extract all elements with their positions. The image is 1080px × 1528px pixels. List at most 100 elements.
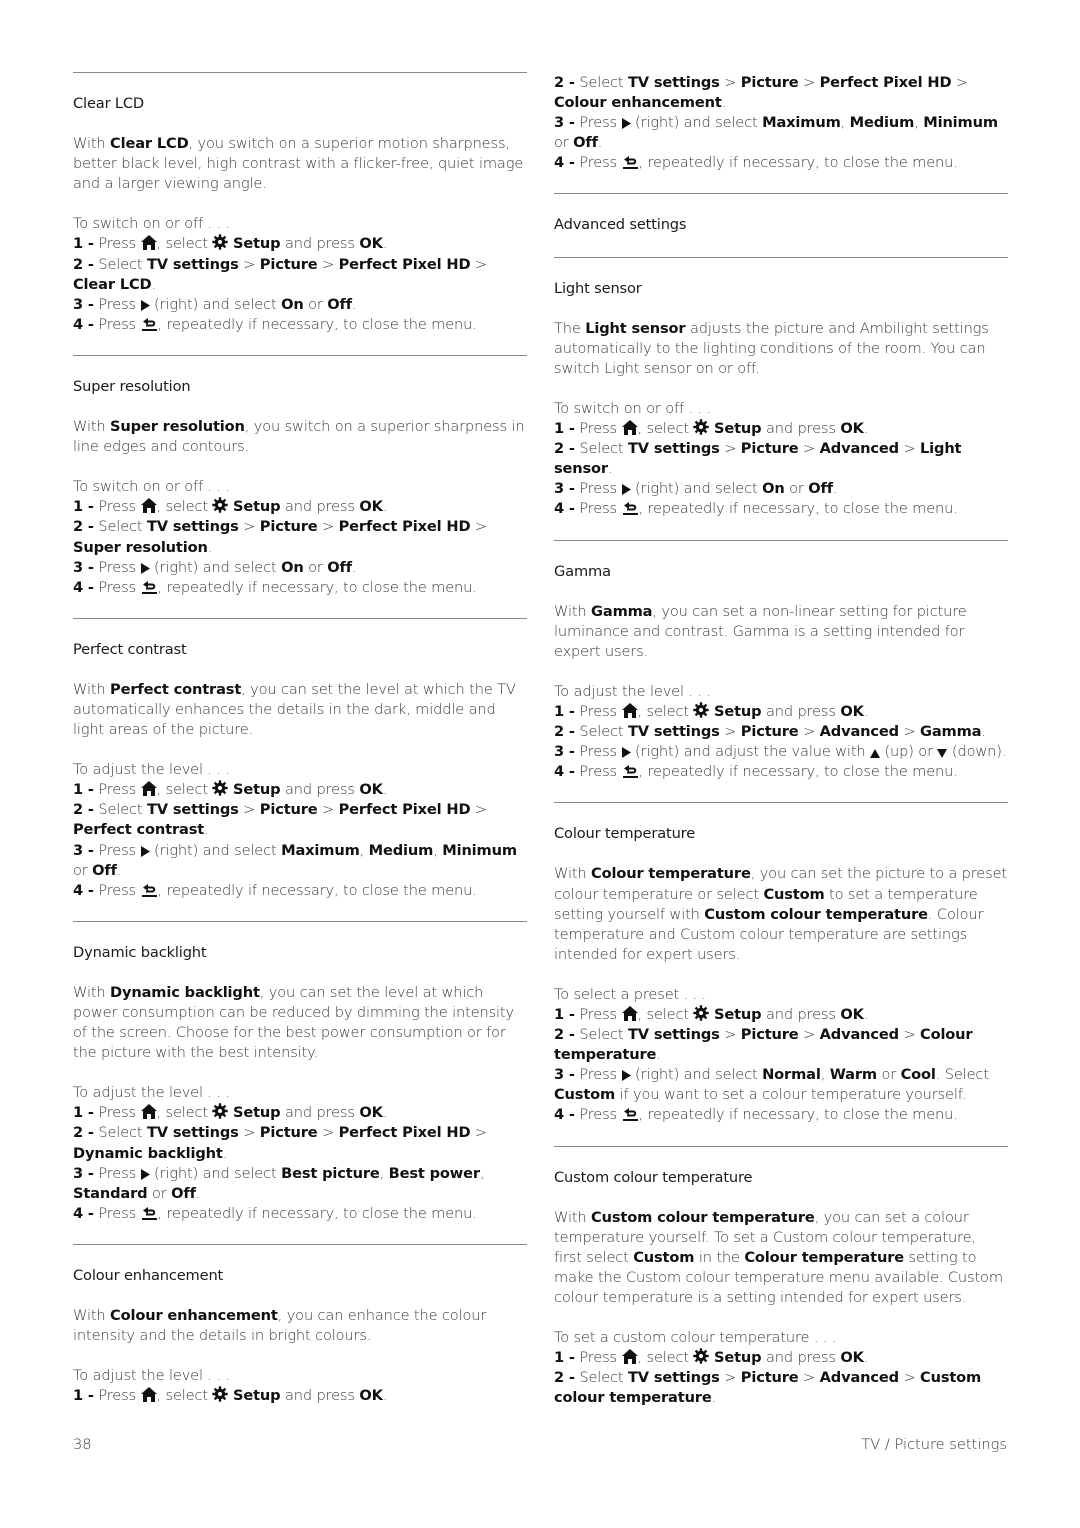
period-text: .	[204, 821, 209, 839]
step-3: 3 - Press (right) and select On or Off.	[73, 295, 527, 315]
step2-text: 2 -	[554, 440, 575, 458]
perfect-pixel-hd-text: Perfect Pixel HD	[338, 518, 471, 536]
period-text: .	[863, 1349, 869, 1367]
tv-settings-text: TV settings	[146, 1124, 239, 1142]
gear-icon	[693, 1348, 710, 1364]
section-heading: Clear LCD	[73, 95, 145, 112]
step-4: 4 - Press , repeatedly if necessary, to …	[73, 1204, 527, 1224]
picture-text: Picture	[740, 74, 799, 91]
back-icon	[622, 502, 639, 516]
step-1: 1 - Press , select Setup and press OK.	[73, 1386, 527, 1406]
setup-text: Setup	[232, 235, 281, 253]
section-heading: Custom colour temperature	[554, 1168, 753, 1186]
select-cap-text: Select	[98, 518, 143, 536]
press-text: Press	[98, 315, 137, 333]
picture-text: Picture	[259, 801, 318, 819]
gt-text: >	[243, 518, 256, 536]
period-text: .	[863, 1006, 869, 1023]
desc-pre-text: The	[554, 319, 581, 337]
step3-text: 3 -	[554, 743, 575, 761]
back-icon	[622, 156, 639, 170]
perfect-pixel-hd-text: Perfect Pixel HD	[338, 801, 471, 819]
step3-up-text: (up) or	[884, 743, 934, 761]
section-colour-enhancement-continued: 2 - Select TV settings > Picture > Perfe…	[554, 73, 1008, 173]
0-text: Best picture	[281, 1164, 380, 1182]
press-text: Press	[579, 154, 618, 172]
section-gamma: Gamma With Gamma, you can set a non-line…	[554, 562, 1008, 783]
setup-text: Setup	[713, 1349, 762, 1367]
tv-settings-text: TV settings	[146, 801, 239, 819]
press-text: Press	[98, 841, 137, 859]
step3-text: 3 -	[554, 480, 575, 498]
step3-select-text: . Select	[935, 1066, 989, 1084]
step3-custom-text: Custom	[554, 1086, 616, 1104]
press-text: Press	[98, 1387, 137, 1405]
select-word-text: , select	[637, 1349, 690, 1367]
gt-text: >	[724, 440, 737, 458]
section-divider	[73, 354, 527, 356]
setup-text: Setup	[713, 420, 762, 438]
comma-text: ,	[914, 114, 919, 132]
comma-text: ,	[359, 841, 365, 859]
section-divider	[554, 193, 1008, 195]
select-word-text: , select	[156, 235, 209, 253]
step-2: 2 - Select TV settings > Picture > Perfe…	[73, 255, 527, 295]
period-text: .	[382, 235, 388, 253]
target-text: Super resolution	[73, 538, 208, 556]
step3-text: 3 -	[73, 841, 94, 859]
tv-settings-text: TV settings	[627, 1026, 720, 1044]
section-divider	[554, 539, 1008, 541]
right-and-select-text: (right) and select	[635, 1066, 758, 1084]
right-and-select-text: (right) and select	[154, 1164, 277, 1182]
triangle-right-icon	[621, 484, 631, 496]
intro-text: To switch on or off . . .	[554, 399, 711, 417]
section-divider	[73, 1243, 527, 1245]
perfect-pixel-hd-text: Perfect Pixel HD	[338, 255, 471, 273]
select-word-text: , select	[156, 1104, 209, 1122]
left-column: Clear LCD With Clear LCD, you switch on …	[73, 72, 527, 1426]
step-4: 4 - Press , repeatedly if necessary, to …	[554, 762, 1008, 782]
step3-text: 3 -	[73, 558, 94, 576]
advanced-text: Advanced	[819, 723, 899, 741]
select-word-text: , select	[156, 1387, 209, 1405]
step2-text: 2 -	[73, 255, 94, 273]
gt-text: >	[243, 255, 256, 273]
gt-text: >	[803, 1026, 816, 1044]
step-1: 1 - Press , select Setup and press OK.	[73, 780, 527, 800]
comma-text: ,	[840, 114, 846, 132]
back-text-text: , repeatedly if necessary, to close the …	[157, 315, 477, 333]
instruction-steps: To switch on or off . . . 1 - Press , se…	[554, 399, 1008, 520]
section-colour-enhancement: Colour enhancement With Colour enhanceme…	[73, 1266, 527, 1406]
triangle-down-icon	[937, 749, 948, 759]
page-section-title: TV / Picture settings	[861, 1436, 1007, 1453]
home-icon	[621, 1006, 638, 1021]
gt-text: >	[903, 1369, 916, 1387]
select-word-text: , select	[156, 498, 209, 516]
gt-text: >	[724, 74, 737, 91]
section-divider	[73, 920, 527, 922]
step1-text: 1 -	[73, 1104, 94, 1122]
section-light-sensor: Light sensor The Light sensor adjusts th…	[554, 279, 1008, 520]
triangle-right-icon	[621, 747, 631, 759]
select-word-text: , select	[637, 702, 690, 720]
picture-text: Picture	[740, 723, 799, 741]
desc-bold-text: Clear LCD	[110, 135, 189, 153]
period-text: .	[981, 723, 986, 741]
on-text: On	[281, 295, 304, 313]
instruction-steps: To select a preset . . . 1 - Press , sel…	[554, 985, 1008, 1126]
instruction-steps: To switch on or off . . . 1 - Press , se…	[73, 477, 527, 598]
setup-text: Setup	[232, 1104, 281, 1122]
advanced-text: Advanced	[819, 440, 899, 458]
section-heading: Perfect contrast	[73, 640, 187, 658]
section-heading: Dynamic backlight	[73, 943, 207, 961]
step-4: 4 - Press , repeatedly if necessary, to …	[73, 315, 527, 335]
right-column: 2 - Select TV settings > Picture > Perfe…	[554, 73, 1008, 1429]
section-heading: Super resolution	[73, 377, 191, 395]
gt-text: >	[803, 723, 816, 741]
off-text: Off	[808, 480, 833, 498]
gt-text: >	[803, 440, 816, 458]
gt-text: >	[474, 518, 487, 536]
step4-text: 4 -	[73, 315, 94, 333]
step4-text: 4 -	[73, 1204, 94, 1222]
back-icon	[141, 883, 158, 897]
